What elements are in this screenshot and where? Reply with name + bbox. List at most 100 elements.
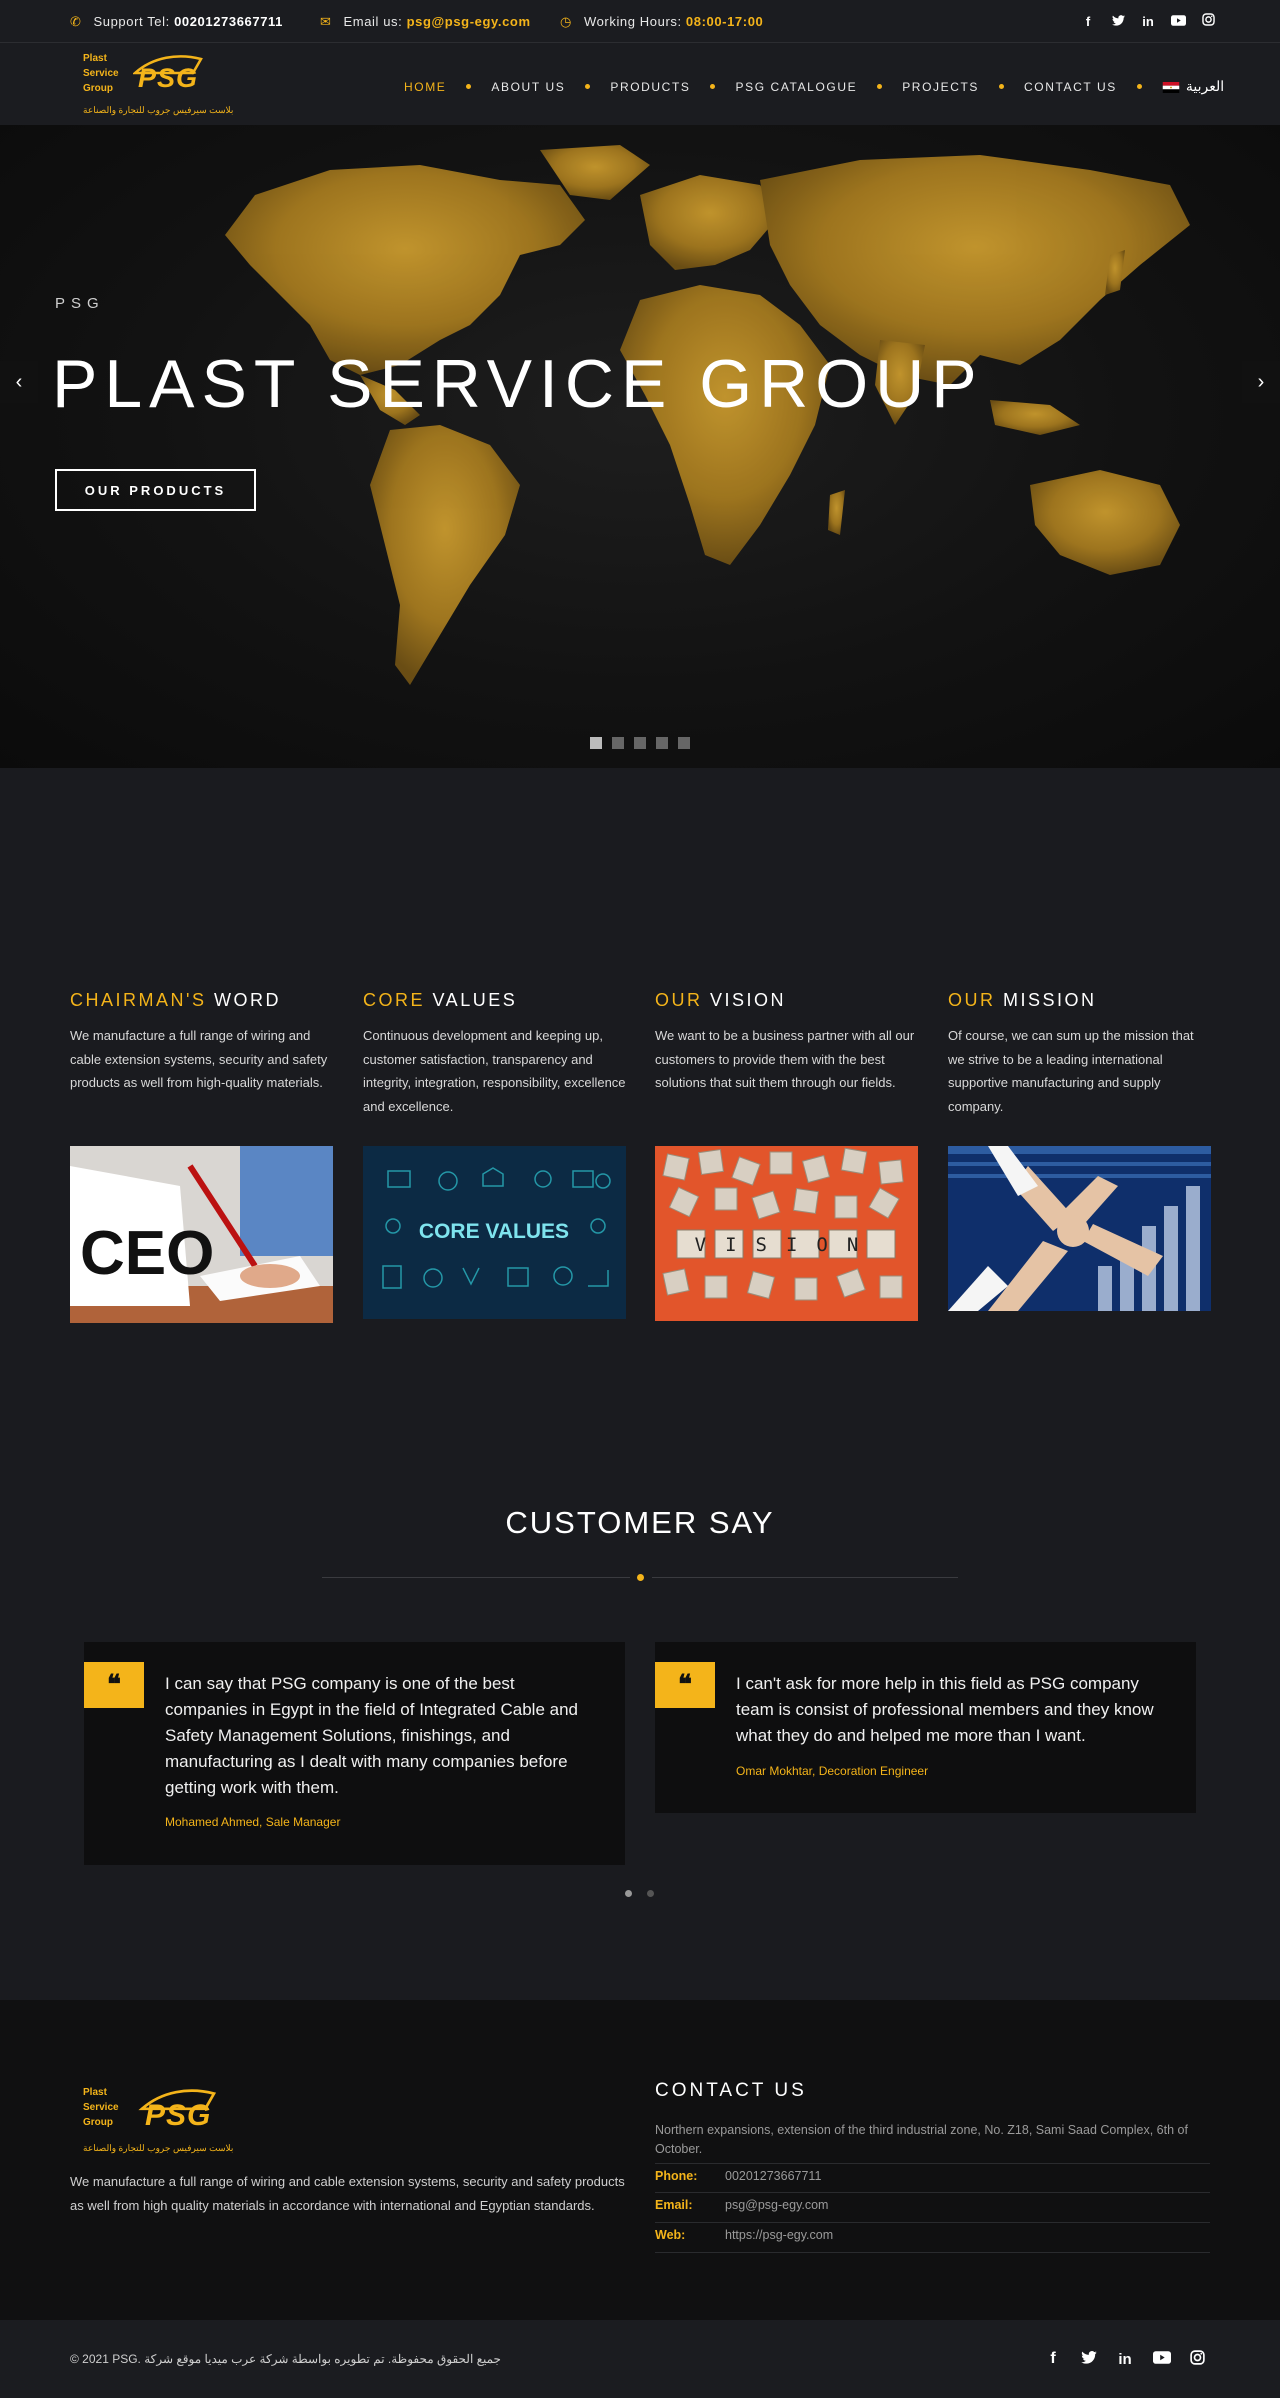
slider-dot[interactable] [656, 737, 668, 749]
testimonial-pagination [625, 1890, 654, 1897]
instagram-icon[interactable] [1189, 2350, 1205, 2368]
contact-email-row: Email: psg@psg-egy.com [655, 2193, 1210, 2223]
support-info: ✆ Support Tel: 00201273667711 [70, 14, 283, 30]
feature-vision: OUR VISION We want to be a business part… [655, 990, 918, 1095]
phone-label: Phone: [655, 2169, 698, 2183]
feature-title: OUR MISSION [948, 990, 1097, 1010]
nav-item-home[interactable]: HOME [404, 80, 446, 94]
divider [652, 1577, 958, 1578]
twitter-icon[interactable] [1081, 2351, 1097, 2367]
nav-item-about[interactable]: ABOUT US [491, 80, 565, 94]
svg-text:CORE VALUES: CORE VALUES [419, 1220, 569, 1243]
twitter-icon[interactable] [1110, 14, 1126, 29]
footer: Plast Service Group PSG بلاست سيرفيس جروب … [0, 2000, 1280, 2320]
slider-next-arrow-icon[interactable]: › [1242, 361, 1280, 403]
carousel-dot[interactable] [625, 1890, 632, 1897]
nav-separator [877, 84, 883, 89]
slider-prev-arrow-icon[interactable]: ‹ [0, 361, 38, 403]
logo-arabic-text: بلاست سيرفيس جروب للتجارة والصناعة [83, 2143, 234, 2153]
email-label: Email us: [343, 14, 403, 29]
quote-icon: ❝ [84, 1662, 144, 1708]
nav-item-catalogue[interactable]: PSG CATALOGUE [735, 80, 857, 94]
nav-separator [585, 84, 591, 89]
feature-text: We want to be a business partner with al… [655, 1028, 915, 1090]
logo-mark: PSG [145, 2099, 212, 2132]
logo-mark: PSG [138, 63, 199, 93]
testimonial-quote: I can't ask for more help in this field … [736, 1674, 1154, 1745]
phone-value[interactable]: 00201273667711 [725, 2169, 821, 2183]
nav-separator [1136, 84, 1142, 89]
nav-item-contact[interactable]: CONTACT US [1024, 80, 1117, 94]
hours-label: Working Hours: [583, 14, 682, 29]
bottom-bar: © 2021 PSG. جميع الحقوق محفوظة. تم تطوير… [0, 2320, 1280, 2398]
ceo-image: CEO [70, 1146, 333, 1323]
contact-address: Northern expansions, extension of the th… [655, 2123, 1188, 2156]
contact-phone-row: Phone: 00201273667711 [655, 2163, 1210, 2193]
language-switch[interactable]: العربية [1162, 78, 1224, 95]
phone-icon: ✆ [70, 14, 82, 29]
feature-text: Continuous development and keeping up, c… [363, 1028, 626, 1114]
top-bar: ✆ Support Tel: 00201273667711 ✉ Email us: … [0, 0, 1280, 43]
testimonial-card: ❝ I can't ask for more help in this fiel… [655, 1642, 1196, 1813]
email-value[interactable]: psg@psg-egy.com [725, 2198, 828, 2212]
slider-dot[interactable] [678, 737, 690, 749]
logo-wordmark: Plast Service Group [83, 2087, 119, 2128]
slider-dot[interactable] [590, 737, 602, 749]
testimonial-quote: I can say that PSG company is one of the… [165, 1674, 578, 1797]
envelope-icon: ✉ [320, 14, 332, 29]
language-label: العربية [1185, 78, 1225, 94]
footer-description: We manufacture a full range of wiring an… [70, 2174, 625, 2213]
section-title: CUSTOMER SAY [505, 1505, 775, 1540]
copyright-text: © 2021 PSG. جميع الحقوق محفوظة. تم تطوير… [70, 2352, 501, 2366]
clock-icon: ◷ [560, 14, 572, 29]
divider [322, 1577, 630, 1578]
hero-title: PLAST SERVICE GROUP [52, 346, 984, 422]
linkedin-icon[interactable]: in [1140, 14, 1156, 29]
hours-value: 08:00-17:00 [685, 14, 764, 29]
divider-dot [637, 1574, 644, 1581]
feature-title: OUR VISION [655, 990, 787, 1010]
hero-slider: PSG PLAST SERVICE GROUP OUR PRODUCTS ‹ › [0, 125, 1280, 768]
nav-item-projects[interactable]: PROJECTS [902, 80, 979, 94]
facebook-icon[interactable]: f [1045, 2350, 1061, 2368]
svg-text:CEO: CEO [80, 1219, 214, 1288]
feature-title: CORE VALUES [363, 990, 518, 1010]
footer-logo[interactable]: Plast Service Group PSG بلاست سيرفيس جروب … [83, 2085, 243, 2155]
email-link[interactable]: psg@psg-egy.com [407, 14, 531, 29]
testimonial-author: Omar Mokhtar, Decoration Engineer [736, 1764, 929, 1778]
our-products-button[interactable]: OUR PRODUCTS [55, 469, 256, 511]
support-phone[interactable]: 00201273667711 [174, 14, 283, 29]
linkedin-icon[interactable]: in [1117, 2351, 1133, 2368]
email-label: Email: [655, 2198, 693, 2212]
contact-web-row: Web: https://psg-egy.com [655, 2223, 1210, 2253]
youtube-icon[interactable] [1153, 2351, 1171, 2367]
nav-separator [999, 84, 1005, 89]
contact-title: CONTACT US [655, 2080, 807, 2101]
site-logo[interactable]: Plast Service Group PSG بلاست سيرفيس جروب … [83, 51, 233, 117]
facebook-icon[interactable]: f [1080, 14, 1096, 29]
web-label: Web: [655, 2228, 686, 2242]
nav-separator [710, 84, 716, 89]
testimonial-author: Mohamed Ahmed, Sale Manager [165, 1815, 341, 1829]
instagram-icon[interactable] [1200, 13, 1216, 29]
mission-image [948, 1146, 1211, 1311]
logo-wordmark: Plast Service Group [83, 53, 119, 94]
nav-item-products[interactable]: PRODUCTS [610, 80, 690, 94]
email-info: ✉ Email us: psg@psg-egy.com [320, 14, 531, 30]
hours-info: ◷ Working Hours: 08:00-17:00 [560, 14, 763, 30]
quote-icon: ❝ [655, 1662, 715, 1708]
support-label: Support Tel: [93, 14, 170, 29]
main-navigation: Plast Service Group PSG بلاست سيرفيس جروب … [0, 43, 1280, 125]
slider-dot[interactable] [612, 737, 624, 749]
carousel-dot[interactable] [647, 1890, 654, 1897]
feature-title: CHAIRMAN'S WORD [70, 990, 281, 1010]
vision-image: VISION [655, 1146, 918, 1321]
testimonial-card: ❝ I can say that PSG company is one of t… [84, 1642, 625, 1865]
slider-dot[interactable] [634, 737, 646, 749]
feature-text: We manufacture a full range of wiring an… [70, 1028, 328, 1090]
egypt-flag-icon [1162, 81, 1180, 93]
footer-social-links: f in [1045, 2350, 1205, 2368]
youtube-icon[interactable] [1170, 14, 1186, 29]
feature-text: Of course, we can sum up the mission tha… [948, 1028, 1194, 1114]
web-value[interactable]: https://psg-egy.com [725, 2228, 833, 2242]
